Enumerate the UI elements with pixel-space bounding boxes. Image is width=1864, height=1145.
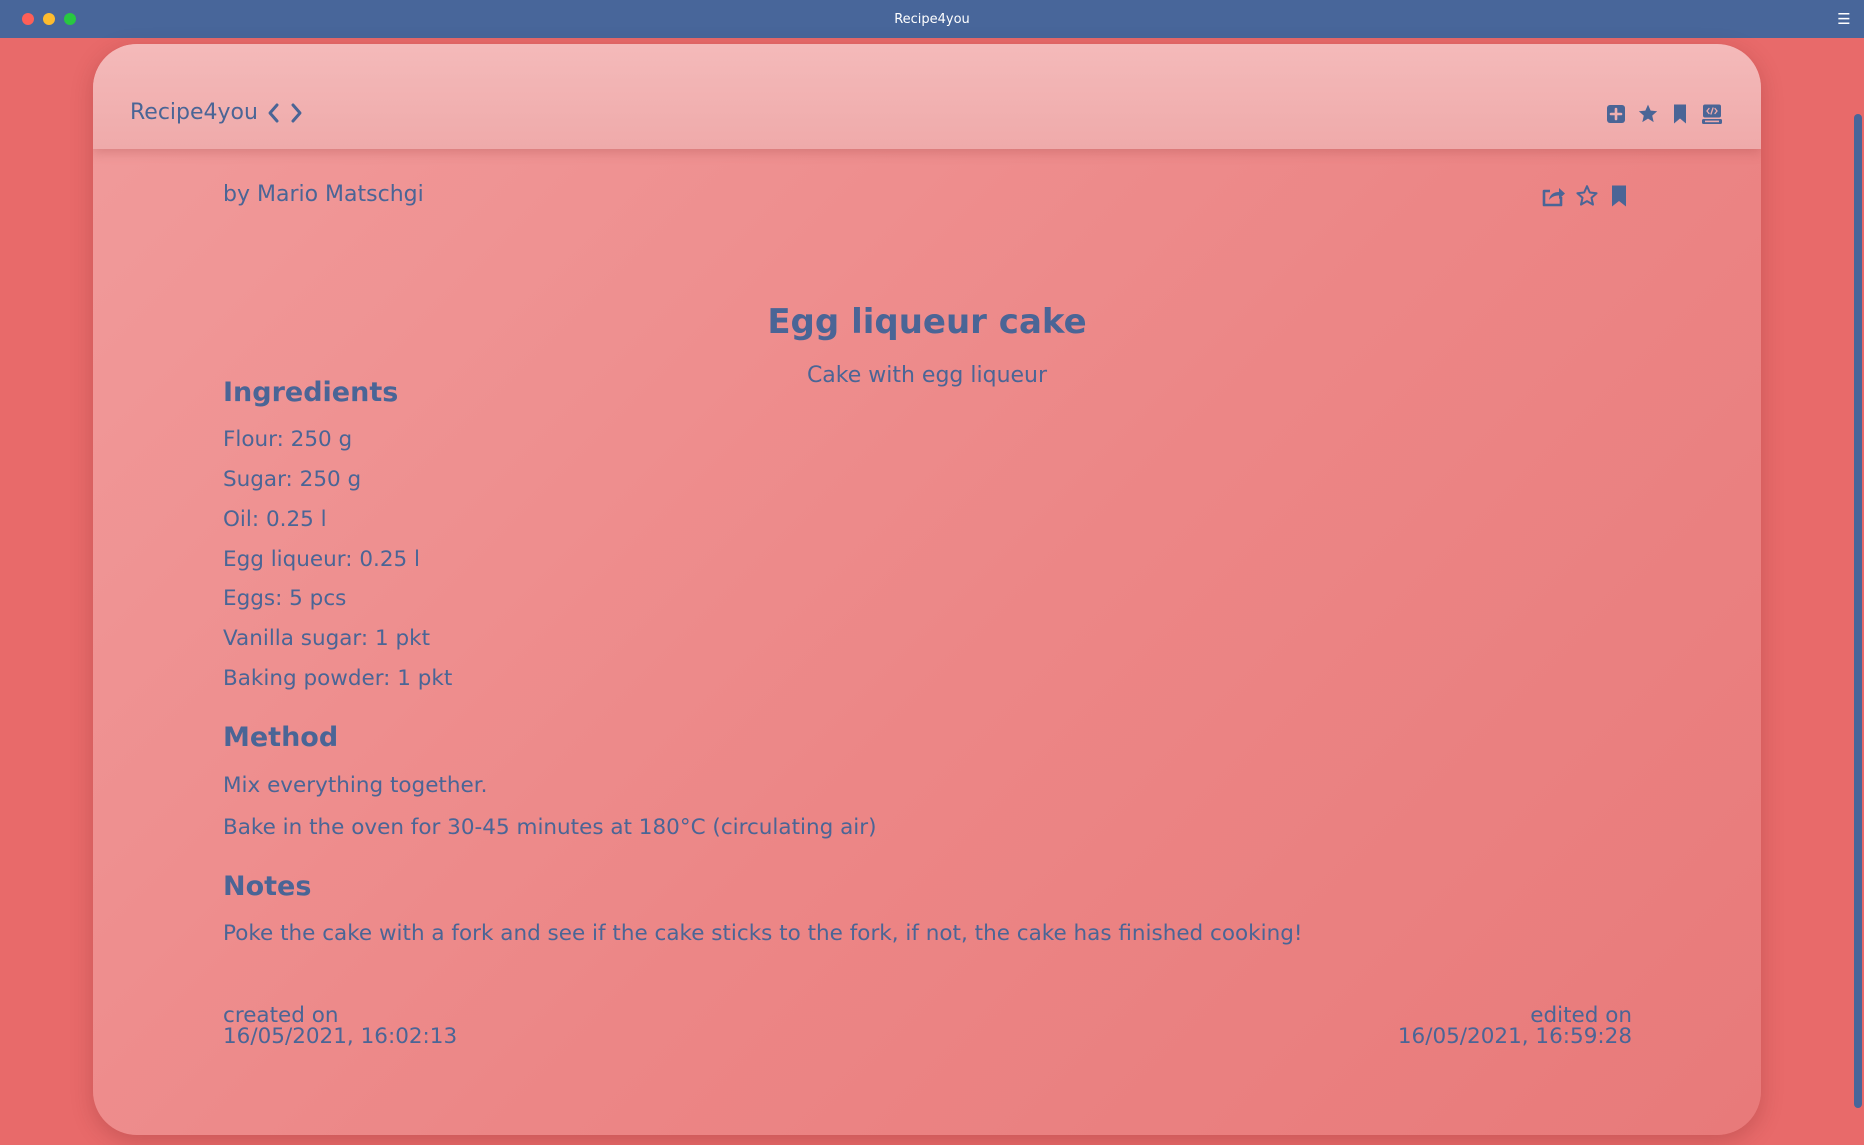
window-title: Recipe4you <box>894 11 970 27</box>
created-label: created on <box>223 1003 339 1028</box>
window-titlebar: Recipe4you ☰ <box>0 0 1864 38</box>
recipe-card: Recipe4you by Mario Matschgi Egg liqueur… <box>93 44 1761 1135</box>
method-step: Bake in the oven for 30-45 minutes at 18… <box>223 815 877 840</box>
scrollbar[interactable] <box>1850 38 1864 1145</box>
minimize-window-button[interactable] <box>43 13 55 25</box>
close-window-button[interactable] <box>22 13 34 25</box>
edited-value: 16/05/2021, 16:59:28 <box>1397 1024 1632 1049</box>
ingredients-heading: Ingredients <box>223 377 399 408</box>
star-icon[interactable] <box>1637 103 1659 125</box>
recipe-author: by Mario Matschgi <box>223 182 424 207</box>
created-timestamp: created on 16/05/2021, 16:02:13 <box>223 1003 458 1049</box>
chevron-right-icon[interactable] <box>287 102 305 124</box>
ingredient-item: Sugar: 250 g <box>223 467 362 492</box>
share-icon[interactable] <box>1541 184 1565 208</box>
edited-timestamp: edited on 16/05/2021, 16:59:28 <box>1397 1003 1632 1049</box>
edited-label: edited on <box>1530 1003 1632 1028</box>
ingredient-item: Flour: 250 g <box>223 427 353 452</box>
history-navigation <box>265 102 305 124</box>
star-outline-icon[interactable] <box>1575 184 1599 208</box>
ingredient-item: Vanilla sugar: 1 pkt <box>223 626 431 651</box>
ingredient-item: Baking powder: 1 pkt <box>223 666 453 691</box>
plus-square-icon[interactable] <box>1605 103 1627 125</box>
notes-heading: Notes <box>223 871 312 902</box>
scrollbar-thumb[interactable] <box>1854 114 1862 1108</box>
recipe-actions <box>1541 184 1633 208</box>
ingredient-item: Oil: 0.25 l <box>223 507 327 532</box>
bookmark-icon[interactable] <box>1609 184 1633 208</box>
method-step: Mix everything together. <box>223 773 488 798</box>
ingredient-item: Eggs: 5 pcs <box>223 586 347 611</box>
ingredient-item: Egg liqueur: 0.25 l <box>223 547 421 572</box>
method-heading: Method <box>223 722 339 753</box>
chevron-left-icon[interactable] <box>265 102 283 124</box>
hamburger-menu-icon[interactable]: ☰ <box>1834 9 1854 29</box>
window-controls <box>22 13 76 25</box>
code-terminal-icon[interactable] <box>1701 103 1723 125</box>
zoom-window-button[interactable] <box>64 13 76 25</box>
app-brand[interactable]: Recipe4you <box>130 100 258 126</box>
app-header: Recipe4you <box>93 44 1761 149</box>
header-actions <box>1605 103 1723 125</box>
recipe-title: Egg liqueur cake <box>767 302 1087 342</box>
notes-text: Poke the cake with a fork and see if the… <box>223 921 1303 946</box>
bookmark-icon[interactable] <box>1669 103 1691 125</box>
created-value: 16/05/2021, 16:02:13 <box>223 1024 458 1049</box>
